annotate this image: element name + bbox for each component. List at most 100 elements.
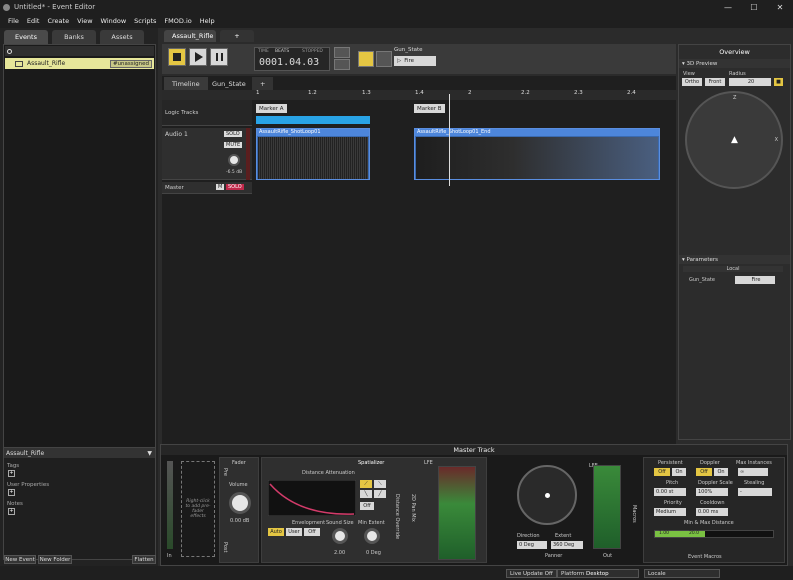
chevron-down-icon[interactable]: ▾ [682, 61, 685, 67]
minimize-button[interactable]: — [715, 0, 741, 14]
locale-select[interactable]: Locale [644, 569, 720, 578]
menu-scripts[interactable]: Scripts [134, 17, 156, 25]
priority-select[interactable]: Medium [654, 508, 686, 516]
attenuation-curve[interactable] [268, 480, 356, 516]
lock-icon[interactable]: ■ [774, 78, 783, 86]
play-button[interactable] [189, 48, 207, 66]
panner-dot[interactable] [545, 493, 550, 498]
env-user-button[interactable]: User [286, 528, 302, 536]
curve-inverse-icon[interactable]: ╲ [360, 490, 372, 498]
pitch-input[interactable]: 0.00 st [654, 488, 686, 496]
maximize-button[interactable]: ☐ [741, 0, 767, 14]
extent-input[interactable]: 360 Deg [551, 541, 583, 549]
menu-fmodio[interactable]: FMOD.io [164, 17, 191, 25]
master-mute-button[interactable]: M [216, 184, 225, 190]
grid-view-icon[interactable] [376, 51, 392, 67]
chevron-down-icon[interactable]: ▾ [682, 257, 685, 263]
curve-linear-squared-icon[interactable]: ⟍ [374, 480, 386, 488]
env-off-button[interactable]: Off [304, 528, 320, 536]
tab-banks[interactable]: Banks [52, 30, 96, 44]
doppler-on[interactable]: On [714, 468, 728, 476]
playhead[interactable] [449, 94, 450, 186]
min-extent-knob[interactable] [364, 528, 380, 544]
cooldown-label: Cooldown [700, 500, 725, 506]
3d-preview-compass[interactable]: Z X ▲ [685, 91, 783, 189]
solo-button[interactable]: SOLO [224, 131, 242, 137]
radius-input[interactable]: 20 [729, 78, 771, 86]
time-ruler[interactable]: 1 1.2 1.3 1.4 2 2.2 2.3 2.4 [162, 90, 676, 100]
max-instances-input[interactable]: ∞ [738, 468, 768, 476]
minmax-label: Min & Max Distance [684, 520, 734, 526]
volume-label: Volume [229, 482, 248, 488]
menu-file[interactable]: File [8, 17, 19, 25]
in-label: In [167, 553, 172, 559]
audio-track-header: Audio 1 SOLO MUTE -6.5 dB [162, 128, 252, 180]
event-item[interactable]: Assault_Rifle #unassigned [5, 58, 154, 69]
add-tag-button[interactable]: + [8, 470, 15, 477]
ruler-tick: 1.2 [308, 90, 317, 96]
platform-select[interactable]: Platform Desktop [557, 569, 639, 578]
front-button[interactable]: Front [705, 78, 725, 86]
tab-event[interactable]: Assault_Rifle [164, 30, 216, 42]
menu-edit[interactable]: Edit [27, 17, 40, 25]
follow-button[interactable] [334, 59, 350, 70]
curve-off-button[interactable]: Off [360, 502, 374, 510]
marker-a[interactable]: Marker A [256, 104, 287, 113]
pause-button[interactable] [210, 48, 228, 66]
game-state-select[interactable]: ▷ Fire [394, 56, 436, 66]
curve-linear-icon[interactable]: ⟋ [360, 480, 372, 488]
event-search-input[interactable] [5, 46, 154, 56]
add-user-property-button[interactable]: + [8, 489, 15, 496]
time-display[interactable]: TIME BEATS STOPPED 0001.04.03 [254, 47, 330, 71]
out-meter [593, 465, 621, 549]
menu-create[interactable]: Create [47, 17, 69, 25]
audio-clip[interactable]: AssaultRifle_ShotLoop01 [256, 128, 370, 180]
param-value[interactable]: Fire [735, 276, 775, 284]
panner-circle[interactable] [517, 465, 577, 525]
sound-size-knob[interactable] [332, 528, 348, 544]
ortho-button[interactable]: Ortho [682, 78, 702, 86]
env-auto-button[interactable]: Auto [268, 528, 284, 536]
tab-assets[interactable]: Assets [100, 30, 144, 44]
pre-fader-slot[interactable]: Right-click to add pre-fader effects [181, 461, 215, 557]
curve-custom-icon[interactable]: ╱ [374, 490, 386, 498]
stealing-select[interactable]: - [738, 488, 772, 496]
track-volume-knob[interactable] [228, 154, 240, 166]
stop-button[interactable] [168, 48, 186, 66]
chevron-down-icon[interactable]: ▼ [147, 450, 152, 457]
cooldown-input[interactable]: 0.00 ms [696, 508, 728, 516]
new-event-button[interactable]: New Event [4, 555, 36, 564]
add-parameter-tab[interactable]: + [252, 77, 274, 90]
audio-clip-end[interactable]: AssaultRifle_ShotLoop01_End [414, 128, 660, 180]
close-button[interactable]: ✕ [767, 0, 793, 14]
menu-help[interactable]: Help [200, 17, 215, 25]
minmax-range[interactable]: 1.00 20.0 [654, 530, 774, 538]
add-note-button[interactable]: + [8, 508, 15, 515]
event-browser: Assault_Rifle #unassigned [3, 44, 156, 456]
tab-timeline[interactable]: Timeline [164, 77, 208, 90]
play-small-icon: ▷ [397, 58, 402, 64]
live-update-button[interactable]: Live Update Off [506, 569, 557, 578]
tab-events[interactable]: Events [4, 30, 48, 44]
new-folder-button[interactable]: New Folder [38, 555, 72, 564]
menu-window[interactable]: Window [101, 17, 127, 25]
doppler-scale-input[interactable]: 100% [696, 488, 728, 496]
loop-button[interactable] [334, 47, 350, 58]
prop-notes: Notes [7, 501, 23, 507]
loop-region[interactable] [256, 116, 370, 124]
menu-view[interactable]: View [77, 17, 92, 25]
doppler-label: Doppler [700, 460, 720, 466]
persistent-on[interactable]: On [672, 468, 686, 476]
ruler-tick: 1.4 [415, 90, 424, 96]
master-volume-knob[interactable] [229, 492, 251, 514]
direction-input[interactable]: 0 Deg [517, 541, 547, 549]
mute-button[interactable]: MUTE [224, 142, 243, 148]
tab-gun-state[interactable]: Gun_State [204, 77, 254, 90]
flatten-button[interactable]: Flatten [132, 555, 156, 564]
marker-b[interactable]: Marker B [414, 104, 445, 113]
master-solo-button[interactable]: SOLO [226, 184, 244, 190]
doppler-off[interactable]: Off [696, 468, 712, 476]
persistent-off[interactable]: Off [654, 468, 670, 476]
add-tab-button[interactable]: + [220, 30, 254, 42]
list-view-icon[interactable] [358, 51, 374, 67]
